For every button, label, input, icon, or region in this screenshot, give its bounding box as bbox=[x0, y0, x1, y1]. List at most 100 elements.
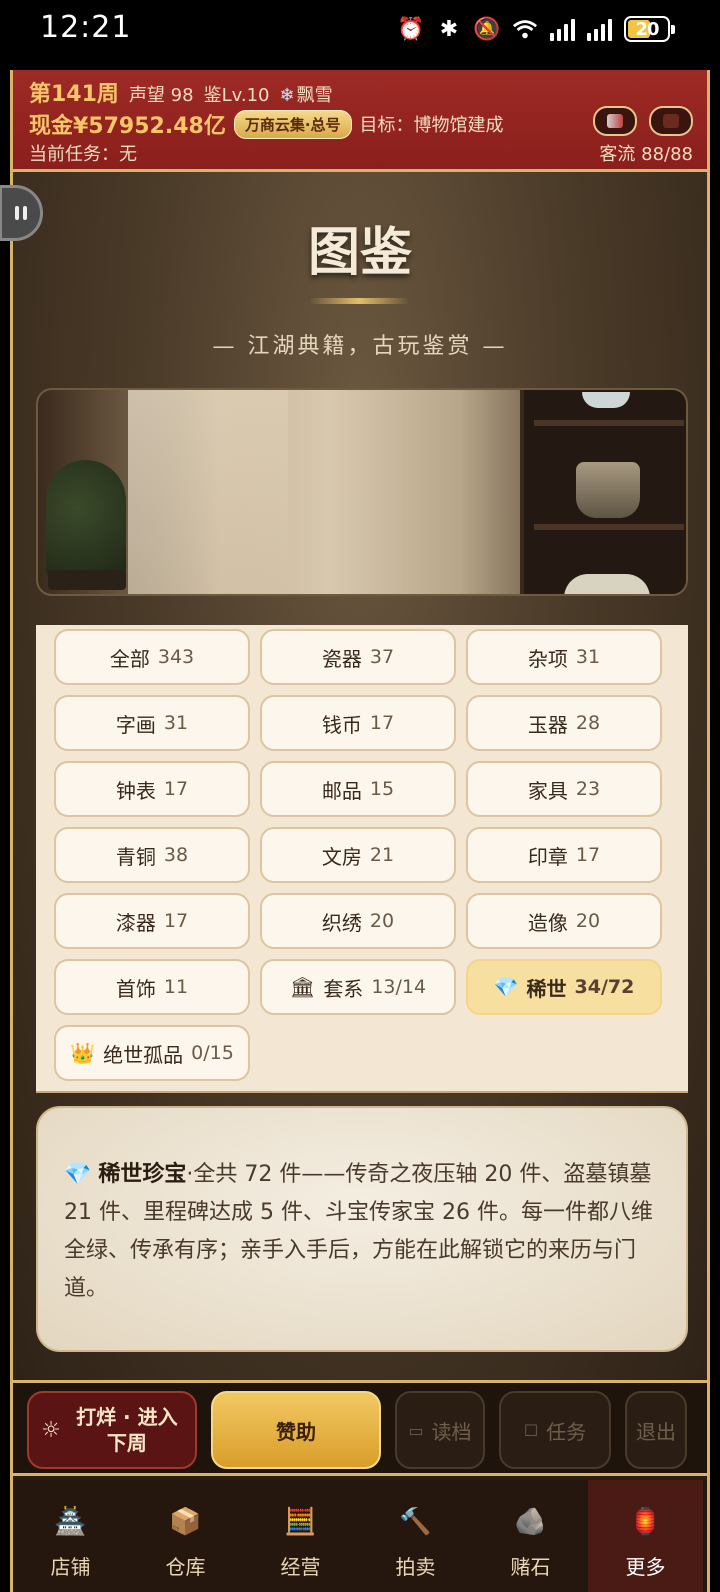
title-divider bbox=[309, 298, 409, 304]
music-toggle-button[interactable] bbox=[649, 106, 693, 136]
category-label: 织绣 bbox=[321, 910, 362, 935]
category-label: 漆器 bbox=[115, 910, 156, 935]
abacus-icon: 🧮 bbox=[284, 1507, 317, 1537]
category-count: 23 bbox=[575, 778, 601, 800]
category-count: 17 bbox=[163, 778, 189, 800]
category-count: 20 bbox=[575, 910, 601, 932]
category-count: 21 bbox=[369, 844, 395, 866]
signal-1-icon bbox=[550, 17, 575, 41]
category-button[interactable]: 青铜 38 bbox=[54, 827, 250, 883]
nav-item[interactable]: 🧮 经营 bbox=[243, 1480, 358, 1592]
category-count: 37 bbox=[369, 646, 395, 668]
nav-item[interactable]: 📦 仓库 bbox=[128, 1480, 243, 1592]
category-label: 全部 bbox=[109, 646, 150, 671]
category-button[interactable]: 钱币 17 bbox=[260, 695, 456, 751]
nav-label: 经营 bbox=[280, 1555, 321, 1579]
category-grid: 全部 343 瓷器 37 杂项 31 字画 31 钱币 17 玉器 28 钟表 17 邮品 15 家具 23 青铜 3… bbox=[36, 625, 688, 1093]
task-icon: ☐ bbox=[523, 1420, 539, 1440]
category-button[interactable]: 钟表 17 bbox=[54, 761, 250, 817]
category-button[interactable]: 首饰 11 bbox=[54, 959, 250, 1015]
category-label: 邮品 bbox=[321, 778, 362, 803]
gem-icon: 💎 bbox=[64, 1162, 92, 1187]
category-label: 字画 bbox=[115, 712, 156, 737]
sound-toggle-button[interactable] bbox=[593, 106, 637, 136]
category-button[interactable]: 文房 21 bbox=[260, 827, 456, 883]
nav-item[interactable]: 🔨 拍卖 bbox=[358, 1480, 473, 1592]
nav-item[interactable]: 🪨 赌石 bbox=[473, 1480, 588, 1592]
nav-item[interactable]: 🏮 更多 bbox=[588, 1480, 703, 1592]
category-label: 绝世孤品 bbox=[103, 1042, 184, 1067]
category-button[interactable]: 漆器 17 bbox=[54, 893, 250, 949]
week-label: 第141周 bbox=[29, 82, 119, 107]
fame-label: 声望 98 bbox=[128, 85, 194, 106]
speaker-icon bbox=[607, 114, 623, 128]
alarm-icon: ⏰ bbox=[397, 16, 425, 42]
category-label: 青铜 bbox=[115, 844, 156, 869]
category-button[interactable]: 家具 23 bbox=[466, 761, 662, 817]
category-count: 31 bbox=[163, 712, 189, 734]
sponsor-button[interactable]: 赞助 bbox=[211, 1391, 381, 1469]
page-title: 图鉴 bbox=[307, 222, 412, 283]
category-button[interactable]: 织绣 20 bbox=[260, 893, 456, 949]
category-count: 17 bbox=[369, 712, 395, 734]
category-button[interactable]: 全部 343 bbox=[54, 629, 250, 685]
category-icon: 💎 bbox=[493, 975, 519, 999]
bottom-nav: 🏯 店铺 📦 仓库 🧮 经营 🔨 拍卖 🪨 赌石 🏮 更多 bbox=[13, 1480, 707, 1592]
category-count: 31 bbox=[575, 646, 601, 668]
category-button[interactable]: 邮品 15 bbox=[260, 761, 456, 817]
category-icon: 👑 bbox=[70, 1041, 96, 1065]
description-title: 稀世珍宝 bbox=[98, 1162, 187, 1187]
nav-label: 赌石 bbox=[510, 1555, 551, 1579]
category-button[interactable]: 💎 稀世 34/72 bbox=[466, 959, 662, 1015]
category-button[interactable]: 瓷器 37 bbox=[260, 629, 456, 685]
category-icon: 🏛 bbox=[289, 975, 316, 999]
category-description: 💎 稀世珍宝·全共 72 件——传奇之夜压轴 20 件、盗墓镇墓 21 件、里程… bbox=[36, 1106, 688, 1352]
next-week-button[interactable]: ☼ 打烊 · 进入下周 bbox=[27, 1391, 197, 1469]
category-button[interactable]: 🏛 套系 13/14 bbox=[260, 959, 456, 1015]
category-count: 34/72 bbox=[574, 976, 635, 998]
exit-label: 退出 bbox=[636, 1419, 676, 1444]
category-label: 文房 bbox=[321, 844, 362, 869]
exit-button[interactable]: 退出 bbox=[625, 1391, 687, 1469]
action-bar: ☼ 打烊 · 进入下周 赞助 ▭ 读档 ☐ 任务 退出 bbox=[13, 1380, 707, 1476]
battery-level: 20 bbox=[635, 18, 659, 40]
category-label: 套系 bbox=[323, 976, 364, 1001]
category-button[interactable]: 印章 17 bbox=[466, 827, 662, 883]
shop-icon: 🏯 bbox=[54, 1507, 87, 1537]
sponsor-label: 赞助 bbox=[276, 1419, 316, 1444]
category-button[interactable]: 👑 绝世孤品 0/15 bbox=[54, 1025, 250, 1081]
category-button[interactable]: 杂项 31 bbox=[466, 629, 662, 685]
task-button[interactable]: ☐ 任务 bbox=[499, 1391, 611, 1469]
folder-icon: ▭ bbox=[408, 1420, 424, 1440]
category-label: 钟表 bbox=[115, 778, 156, 803]
game-frame: 第141周 声望 98 鉴Lv.10 ❄ 飘雪 现金¥57952.48亿 万商云… bbox=[0, 70, 710, 1592]
category-button[interactable]: 玉器 28 bbox=[466, 695, 662, 751]
category-count: 17 bbox=[163, 910, 189, 932]
category-button[interactable]: 造像 20 bbox=[466, 893, 662, 949]
category-button[interactable]: 字画 31 bbox=[54, 695, 250, 751]
category-label: 造像 bbox=[527, 910, 568, 935]
current-task: 当前任务：无 bbox=[29, 144, 137, 165]
appraisal-level: 鉴Lv.10 bbox=[203, 85, 270, 106]
nav-label: 仓库 bbox=[165, 1555, 206, 1579]
category-label: 稀世 bbox=[526, 976, 567, 1001]
battery-icon: 20 bbox=[624, 16, 675, 42]
next-week-label: 打烊 · 进入下周 bbox=[76, 1405, 178, 1455]
status-time: 12:21 bbox=[40, 10, 132, 45]
cash-label: 现金¥57952.48亿 bbox=[29, 114, 226, 139]
bonsai-illustration bbox=[46, 460, 126, 580]
category-label: 瓷器 bbox=[321, 646, 362, 671]
shop-badge: 万商云集·总号 bbox=[233, 109, 352, 139]
sun-icon: ☼ bbox=[41, 1417, 61, 1443]
category-label: 杂项 bbox=[527, 646, 568, 671]
category-count: 0/15 bbox=[191, 1042, 234, 1064]
category-count: 13/14 bbox=[371, 976, 427, 998]
nav-item[interactable]: 🏯 店铺 bbox=[13, 1480, 128, 1592]
weather-label: 飘雪 bbox=[296, 85, 333, 106]
bronze-ding-illustration bbox=[576, 462, 640, 518]
category-label: 家具 bbox=[527, 778, 568, 803]
warehouse-icon: 📦 bbox=[169, 1507, 202, 1537]
category-label: 首饰 bbox=[115, 976, 156, 1001]
load-button[interactable]: ▭ 读档 bbox=[395, 1391, 485, 1469]
category-count: 28 bbox=[575, 712, 601, 734]
